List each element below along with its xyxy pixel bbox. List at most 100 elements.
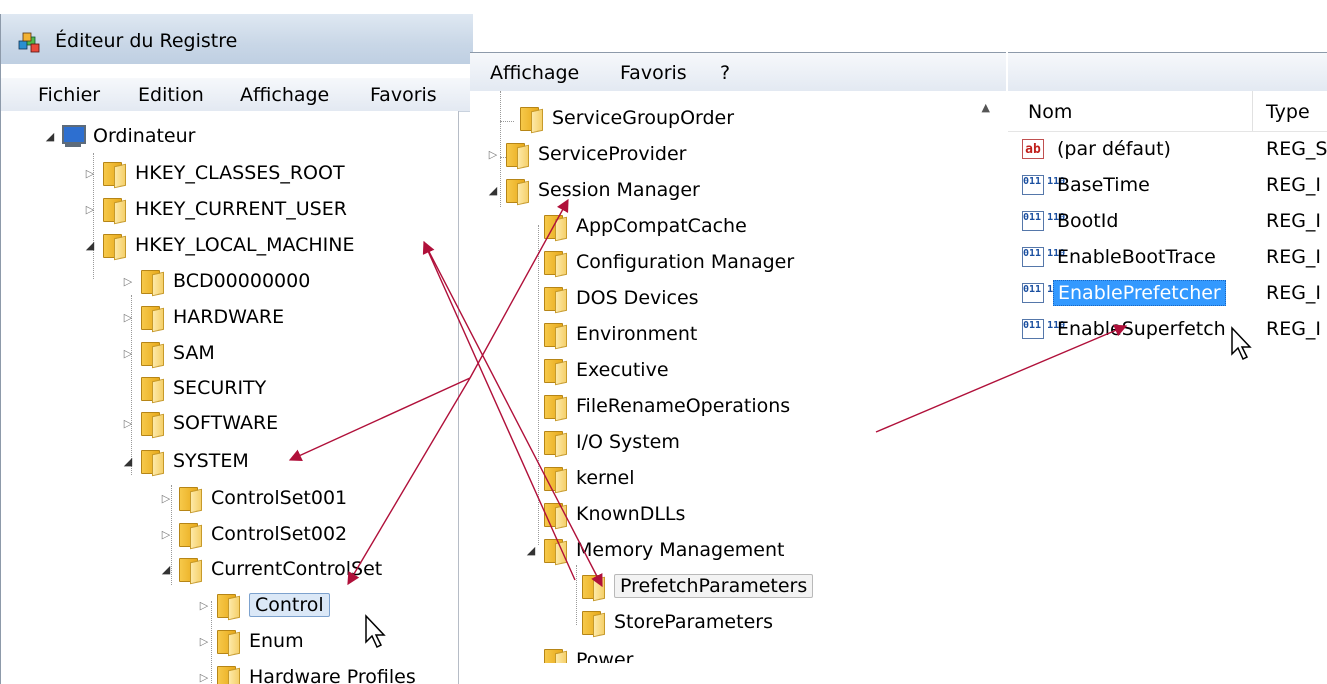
value-row[interactable]: 011 110 EnableSuperfetch REG_I	[1008, 311, 1327, 347]
tree-node-memory-management[interactable]: ◢ Memory Management	[524, 533, 784, 567]
folder-icon	[139, 268, 165, 294]
value-row[interactable]: ab (par défaut) REG_S	[1008, 131, 1327, 167]
tree-node-computer[interactable]: ◢ Ordinateur	[43, 119, 195, 153]
left-window-panel: Éditeur du Registre Fichier Edition Affi…	[0, 14, 473, 684]
value-row[interactable]: 011 110 BootId REG_I	[1008, 203, 1327, 239]
value-row-selected[interactable]: 011 110 EnablePrefetcher REG_I	[1008, 275, 1327, 311]
tree-node-label: StoreParameters	[614, 611, 773, 633]
folder-icon	[542, 357, 568, 383]
folder-icon	[542, 321, 568, 347]
expand-arrow-icon[interactable]: ▷	[121, 311, 135, 324]
tree-node-kernel[interactable]: kernel	[538, 461, 635, 495]
tree-node-filerenameoperations[interactable]: FileRenameOperations	[538, 389, 790, 423]
expand-arrow-icon[interactable]: ▷	[121, 417, 135, 430]
expand-arrow-icon[interactable]: ▷	[83, 203, 97, 216]
tree-node-hardware-profiles[interactable]: ▷ Hardware Profiles	[197, 660, 416, 684]
tree-node-io-system[interactable]: I/O System	[538, 425, 680, 459]
tree-node-controlset002[interactable]: ▷ ControlSet002	[159, 517, 347, 551]
menu-edit[interactable]: Edition	[138, 82, 204, 108]
folder-icon	[177, 485, 203, 511]
tree-node-system[interactable]: ◢ SYSTEM	[121, 444, 249, 478]
tree-node-label: Enum	[249, 630, 304, 652]
expand-arrow-icon[interactable]: ▷	[159, 528, 173, 541]
value-type: REG_I	[1266, 174, 1322, 196]
tree-node-bcd[interactable]: ▷ BCD00000000	[121, 264, 310, 298]
tree-node-servicegrouporder[interactable]: ServiceGroupOrder	[500, 101, 734, 135]
value-name: (par défaut)	[1057, 138, 1171, 160]
collapse-arrow-icon[interactable]: ◢	[159, 563, 173, 576]
tree-node-label: AppCompatCache	[576, 215, 747, 237]
menu-bar: Affichage Favoris ?	[470, 53, 1006, 92]
tree-node-label: ServiceGroupOrder	[552, 107, 735, 129]
menu-view[interactable]: Affichage	[490, 60, 579, 86]
tree-node-storeparameters[interactable]: StoreParameters	[576, 605, 773, 639]
menu-file[interactable]: Fichier	[38, 82, 100, 108]
collapse-arrow-icon[interactable]: ◢	[83, 239, 97, 252]
tree-node-configuration-manager[interactable]: Configuration Manager	[538, 245, 794, 279]
menu-view[interactable]: Affichage	[240, 82, 329, 108]
column-divider[interactable]	[1252, 91, 1253, 131]
tree-node-label: Memory Management	[576, 539, 785, 561]
value-row[interactable]: 011 110 EnableBootTrace REG_I	[1008, 239, 1327, 275]
folder-icon	[139, 410, 165, 436]
collapse-arrow-icon[interactable]: ◢	[43, 130, 57, 143]
tree-node-controlset001[interactable]: ▷ ControlSet001	[159, 481, 347, 515]
value-type: REG_S	[1266, 138, 1327, 160]
tree-node-sam[interactable]: ▷ SAM	[121, 336, 215, 370]
column-header-type[interactable]: Type	[1266, 101, 1310, 123]
menu-favorites[interactable]: Favoris	[620, 60, 687, 86]
expand-arrow-icon[interactable]: ▷	[486, 148, 500, 161]
folder-icon	[177, 521, 203, 547]
tree-node-currentcontrolset[interactable]: ◢ CurrentControlSet	[159, 552, 382, 586]
mouse-cursor-icon	[1231, 326, 1252, 361]
tree-node-label: ServiceProvider	[538, 143, 687, 165]
tree-node-power[interactable]: Power	[538, 643, 633, 663]
value-name: EnableBootTrace	[1057, 246, 1216, 268]
tree-node-label: ControlSet001	[211, 487, 348, 509]
value-name: BootId	[1057, 210, 1119, 232]
expand-arrow-icon[interactable]: ▷	[83, 167, 97, 180]
tree-node-control[interactable]: ▷ Control	[197, 588, 330, 622]
tree-node-label: Configuration Manager	[576, 251, 795, 273]
tree-node-knowndlls[interactable]: KnownDLLs	[538, 497, 685, 531]
value-row[interactable]: 011 110 BaseTime REG_I	[1008, 167, 1327, 203]
registry-tree-middle: ServiceGroupOrder ▷ ServiceProvider ◢ Se…	[470, 91, 1006, 663]
tree-node-appcompatcache[interactable]: AppCompatCache	[538, 209, 747, 243]
tree-node-hkey-current-user[interactable]: ▷ HKEY_CURRENT_USER	[83, 192, 347, 226]
folder-icon	[542, 285, 568, 311]
menu-favorites[interactable]: Favoris	[370, 82, 437, 108]
tree-node-serviceprovider[interactable]: ▷ ServiceProvider	[486, 137, 686, 171]
regedit-app-icon	[18, 32, 40, 53]
menu-help[interactable]: ?	[720, 60, 730, 86]
expand-arrow-icon[interactable]: ▷	[197, 599, 211, 612]
expand-arrow-icon[interactable]: ▷	[197, 671, 211, 684]
expand-arrow-icon[interactable]: ▷	[197, 635, 211, 648]
folder-icon	[215, 628, 241, 654]
tree-node-hkey-local-machine[interactable]: ◢ HKEY_LOCAL_MACHINE	[83, 228, 355, 262]
tree-node-executive[interactable]: Executive	[538, 353, 669, 387]
tree-node-enum[interactable]: ▷ Enum	[197, 624, 304, 658]
tree-node-hardware[interactable]: ▷ HARDWARE	[121, 300, 284, 334]
middle-window-panel: Affichage Favoris ? ServiceGroupOrder ▷ …	[470, 52, 1006, 663]
tree-node-label: SAM	[173, 342, 215, 364]
tree-node-software[interactable]: ▷ SOFTWARE	[121, 406, 278, 440]
collapse-arrow-icon[interactable]: ◢	[121, 455, 135, 468]
tree-node-dos-devices[interactable]: DOS Devices	[538, 281, 699, 315]
folder-icon	[101, 160, 127, 186]
collapse-arrow-icon[interactable]: ◢	[524, 544, 538, 557]
tree-node-session-manager[interactable]: ◢ Session Manager	[486, 173, 700, 207]
expand-arrow-icon[interactable]: ▷	[121, 275, 135, 288]
title-bar: Éditeur du Registre	[1, 14, 473, 64]
folder-icon	[215, 664, 241, 684]
tree-node-hkey-classes-root[interactable]: ▷ HKEY_CLASSES_ROOT	[83, 156, 345, 190]
scroll-up-arrow-icon[interactable]: ▲	[982, 101, 990, 114]
collapse-arrow-icon[interactable]: ◢	[486, 184, 500, 197]
expand-arrow-icon[interactable]: ▷	[159, 492, 173, 505]
expand-arrow-icon[interactable]: ▷	[121, 347, 135, 360]
tree-node-environment[interactable]: Environment	[538, 317, 697, 351]
column-header-name[interactable]: Nom	[1028, 101, 1072, 123]
tree-node-security[interactable]: SECURITY	[121, 371, 266, 405]
value-type: REG_I	[1266, 246, 1322, 268]
tree-node-prefetchparameters[interactable]: PrefetchParameters	[576, 569, 814, 603]
tree-node-label: SOFTWARE	[173, 412, 279, 434]
